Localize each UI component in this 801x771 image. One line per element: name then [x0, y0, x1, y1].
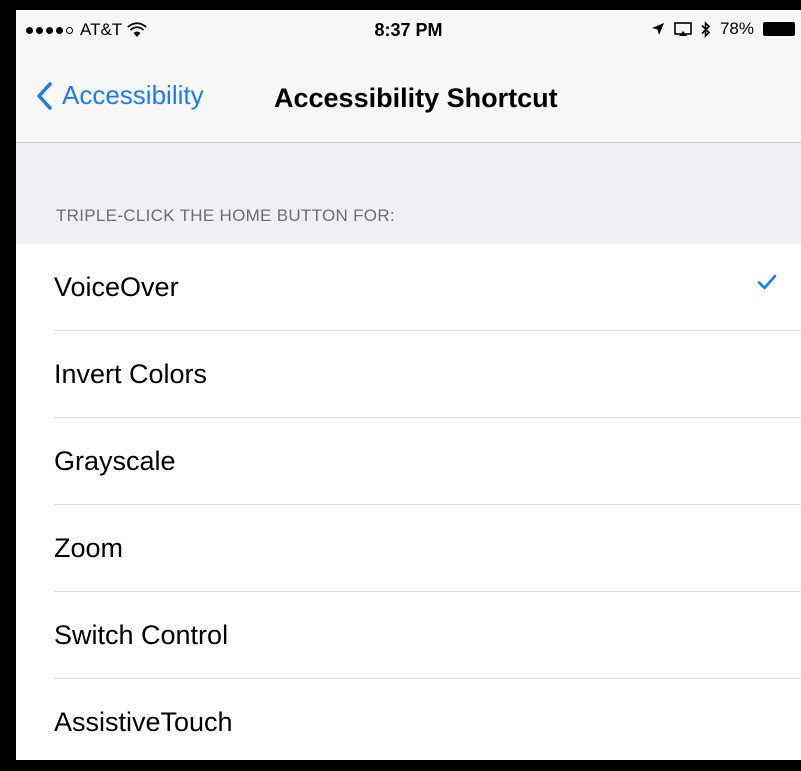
bluetooth-icon	[701, 20, 711, 38]
option-row-invert-colors[interactable]: Invert Colors	[16, 331, 801, 418]
option-label: AssistiveTouch	[54, 707, 233, 737]
location-arrow-icon	[651, 23, 664, 35]
option-row-assistivetouch[interactable]: AssistiveTouch	[16, 679, 801, 760]
checkmark-icon	[757, 274, 777, 290]
status-right: 78%	[651, 19, 795, 39]
chevron-left-icon	[37, 81, 52, 110]
section-header: TRIPLE-CLICK THE HOME BUTTON FOR:	[56, 206, 395, 225]
option-row-grayscale[interactable]: Grayscale	[16, 418, 801, 505]
back-button[interactable]: Accessibility	[36, 80, 204, 111]
option-row-switch-control[interactable]: Switch Control	[16, 592, 801, 679]
option-row-zoom[interactable]: Zoom	[16, 505, 801, 592]
phone-screen: AT&T 8:37 PM 78% Accessibility Accessibi…	[16, 10, 801, 760]
option-label: Zoom	[54, 533, 124, 563]
option-label: Invert Colors	[54, 359, 208, 389]
page-title: Accessibility Shortcut	[274, 83, 558, 113]
option-label: Grayscale	[54, 446, 176, 476]
shortcut-options-list: VoiceOver Invert Colors Grayscale Zoom S…	[16, 244, 801, 760]
option-row-voiceover[interactable]: VoiceOver	[16, 244, 801, 331]
screen-mirroring-icon	[674, 21, 692, 36]
battery-percent: 78%	[719, 19, 754, 38]
navigation-bar: Accessibility Accessibility Shortcut	[16, 50, 801, 143]
option-label: VoiceOver	[54, 272, 179, 302]
battery-icon	[763, 22, 795, 36]
option-label: Switch Control	[54, 620, 229, 650]
back-button-label: Accessibility	[62, 80, 204, 110]
status-bar: AT&T 8:37 PM 78%	[16, 10, 801, 50]
